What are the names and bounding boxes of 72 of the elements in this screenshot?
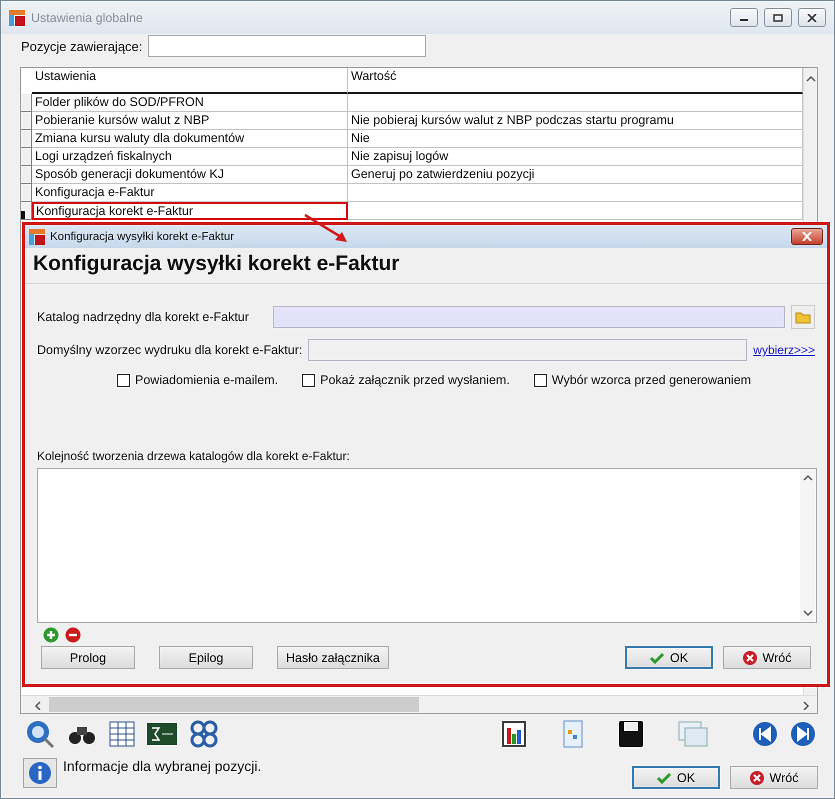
column-header[interactable]: Wartość	[348, 68, 803, 94]
search-icon	[25, 719, 55, 749]
table-cell: Sposób generacji dokumentów KJ	[32, 166, 348, 184]
column-header[interactable]: Ustawienia	[32, 68, 348, 94]
table-icon	[109, 721, 135, 747]
checkbox[interactable]	[534, 374, 547, 386]
filter-field[interactable]	[148, 35, 426, 57]
check-icon	[650, 652, 664, 664]
app-logo-icon	[29, 228, 45, 244]
close-icon	[807, 14, 817, 22]
input-field[interactable]	[273, 306, 785, 328]
close-button[interactable]	[791, 228, 823, 245]
ok-button[interactable]: OK	[632, 766, 720, 789]
checkbox[interactable]	[302, 374, 316, 386]
field-label: Domyślny wzorzec wydruku dla korekt e-Faktur:	[37, 343, 302, 357]
choose-link[interactable]: wybierz>>>	[753, 343, 815, 357]
input-field[interactable]	[308, 339, 748, 361]
check-icon	[656, 772, 671, 784]
windows-icon	[678, 721, 708, 747]
table-cell: Nie zapisuj logów	[348, 148, 803, 166]
dialog-title: Konfiguracja wysyłki korekt e-Faktur	[50, 230, 236, 242]
list-label: Kolejność tworzenia drzewa katalogów dla korekt e-Faktur:	[36, 449, 351, 463]
folder-icon	[795, 310, 811, 324]
close-button[interactable]	[798, 8, 826, 27]
back-button[interactable]: Wróć	[723, 646, 811, 669]
formula-icon	[147, 722, 177, 746]
checkbox-label[interactable]: Powiadomienia e-mailem.	[117, 373, 278, 387]
field-label: Katalog nadrzędny dla korekt e-Faktur	[37, 310, 250, 324]
window-title: Ustawienia globalne	[31, 10, 144, 24]
browse-button[interactable]	[791, 305, 815, 329]
remove-icon	[65, 627, 81, 643]
action-button[interactable]: Epilog	[159, 646, 253, 669]
table-cell: Generuj po zatwierdzeniu pozycji	[348, 166, 803, 184]
info-button[interactable]	[23, 758, 57, 788]
chart-icon	[502, 720, 528, 748]
table-cell: Konfiguracja korekt e-Faktur	[32, 202, 348, 220]
filter-label: Pozycje zawierające:	[21, 38, 142, 54]
action-button[interactable]: Prolog	[41, 646, 135, 669]
add-icon	[43, 627, 59, 643]
gears-icon	[189, 719, 219, 749]
maximize-button[interactable]	[764, 8, 792, 27]
info-text: Informacje dla wybranej pozycji.	[63, 758, 262, 774]
table-cell: Nie	[348, 130, 803, 148]
info-icon	[28, 761, 52, 785]
table-cell: Pobieranie kursów walut z NBP	[32, 112, 348, 130]
scroll-down-icon	[802, 608, 814, 618]
app-logo-icon	[9, 10, 25, 26]
scroll-up-icon	[804, 74, 816, 84]
cancel-icon	[742, 650, 757, 664]
checkbox-label[interactable]: Wybór wzorca przed generowaniem	[534, 373, 752, 387]
last-icon	[790, 721, 816, 747]
checkbox[interactable]	[117, 374, 130, 386]
save-icon	[618, 720, 644, 748]
table-cell: Konfiguracja e-Faktur	[32, 184, 348, 202]
back-button[interactable]: Wróć	[730, 766, 818, 789]
document-icon	[562, 720, 584, 748]
table-cell: Folder plików do SOD/PFRON	[32, 94, 348, 112]
minimize-button[interactable]	[730, 8, 758, 27]
cancel-icon	[750, 770, 764, 784]
table-cell: Zmiana kursu waluty dla dokumentów	[32, 130, 348, 148]
row-indicator[interactable]	[21, 202, 32, 220]
dialog-heading: Konfiguracja wysyłki korekt e-Faktur	[25, 248, 827, 284]
scrollbar-thumb[interactable]	[49, 697, 419, 712]
table-cell: Nie pobieraj kursów walut z NBP podczas startu programu	[348, 112, 803, 130]
checkbox-label[interactable]: Pokaż załącznik przed wysłaniem.	[302, 373, 510, 387]
action-button[interactable]: Hasło załącznika	[277, 646, 389, 669]
maximize-icon	[773, 14, 783, 22]
close-icon	[802, 232, 812, 241]
table-cell: Logi urządzeń fiskalnych	[32, 148, 348, 166]
scroll-up-icon	[802, 473, 814, 483]
first-icon	[752, 721, 778, 747]
ok-button[interactable]: OK	[625, 646, 713, 669]
